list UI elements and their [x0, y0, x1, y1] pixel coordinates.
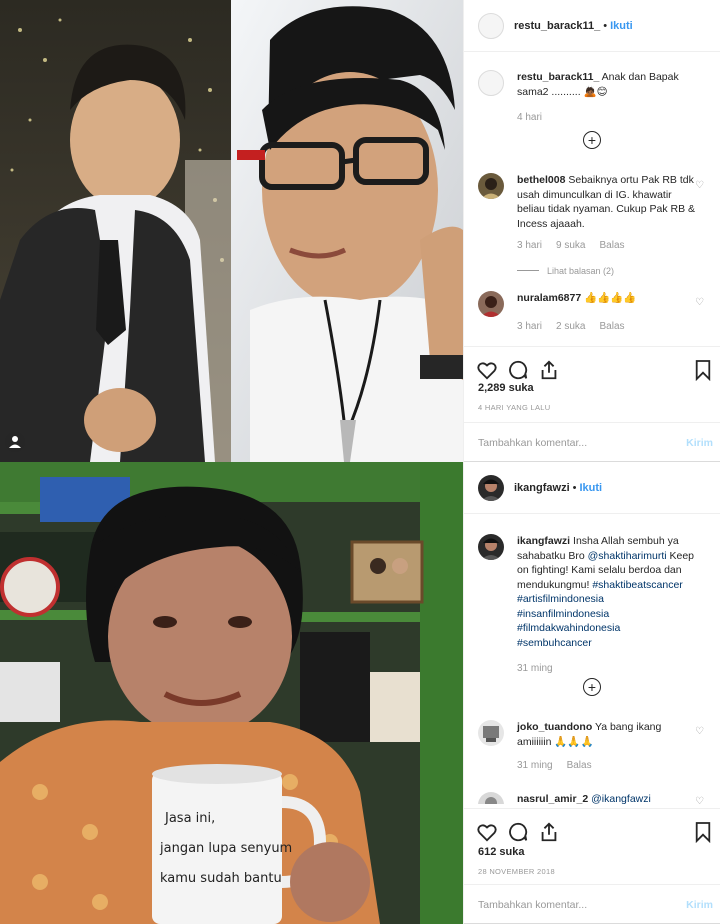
comment-username[interactable]: bethel008 — [517, 174, 565, 186]
mug-text-line-3: kamu sudah bantu — [160, 871, 282, 886]
follow-button[interactable]: Ikuti — [579, 482, 602, 494]
plus-circle-icon: + — [587, 132, 597, 148]
comment-mention[interactable]: @ikangfawzi — [591, 793, 651, 804]
caption-username[interactable]: restu_barack11_ — [517, 71, 599, 83]
share-icon[interactable] — [538, 821, 560, 843]
comment-username[interactable]: joko_tuandono — [517, 721, 592, 733]
comment-heart-icon[interactable]: ♡ — [695, 297, 704, 308]
mug-text-line-1: Jasa ini, — [164, 811, 215, 826]
caption: restu_barack11_ Anak dan Bapak sama2 ...… — [478, 70, 714, 126]
add-comment-bar: Tambahkan komentar... Kirim — [464, 884, 720, 924]
comment-item: bethel008 Sebaiknya ortu Pak RB tdk usah… — [478, 173, 714, 278]
plus-circle-icon: + — [587, 679, 597, 695]
avatar[interactable] — [478, 792, 504, 804]
bookmark-icon[interactable] — [694, 821, 712, 843]
heart-icon[interactable] — [476, 359, 498, 381]
comment-heart-icon[interactable]: ♡ — [695, 796, 704, 807]
follow-button[interactable]: Ikuti — [610, 20, 633, 32]
comment-username[interactable]: nuralam6877 — [517, 292, 581, 304]
view-replies-link[interactable]: Lihat balasan (2) — [517, 264, 695, 279]
username-link[interactable]: restu_barack11_ — [514, 20, 600, 32]
view-replies-label: Lihat balasan (2) — [547, 265, 615, 276]
comment-likes[interactable]: 9 suka — [556, 239, 585, 254]
hashtag-link[interactable]: #shaktibeatscancer — [592, 579, 682, 591]
hashtag-link[interactable]: #insanfilmindonesia — [517, 608, 609, 620]
comment-item: joko_tuandono Ya bang ikang amiiiiiin 🙏🙏… — [478, 720, 714, 774]
caption-username[interactable]: ikangfawzi — [517, 535, 570, 547]
load-more-comments-button[interactable]: + — [583, 678, 601, 696]
avatar[interactable] — [478, 474, 504, 501]
likes-count[interactable]: 612 suka — [478, 846, 524, 858]
separator-dot: • — [603, 19, 608, 32]
caption-time[interactable]: 4 hari — [517, 111, 542, 126]
caption: ikangfawzi Insha Allah sembuh ya sahabat… — [478, 534, 714, 677]
reply-button[interactable]: Balas — [567, 759, 592, 774]
post-date[interactable]: 4 HARI YANG LALU — [478, 403, 550, 412]
comment-time[interactable]: 3 hari — [517, 320, 542, 335]
comment-heart-icon[interactable]: ♡ — [695, 180, 704, 191]
comment-input[interactable]: Tambahkan komentar... — [478, 899, 686, 911]
send-button[interactable]: Kirim — [686, 899, 713, 911]
add-comment-bar: Tambahkan komentar... Kirim — [464, 422, 720, 462]
separator-dot: • — [572, 481, 577, 494]
comment-likes[interactable]: 2 suka — [556, 320, 585, 335]
avatar[interactable] — [478, 173, 504, 199]
mug-text-line-2: jangan lupa senyum — [159, 841, 292, 856]
reply-button[interactable]: Balas — [599, 320, 624, 335]
comment-icon[interactable] — [507, 821, 529, 843]
post-header: ikangfawzi • Ikuti — [464, 462, 720, 514]
avatar[interactable] — [478, 70, 504, 96]
avatar[interactable] — [478, 534, 504, 560]
post-photo[interactable]: Jasa ini, jangan lupa senyum kamu sudah … — [0, 462, 463, 924]
comment-input[interactable]: Tambahkan komentar... — [478, 437, 686, 449]
heart-icon[interactable] — [476, 821, 498, 843]
photo-collage-son-and-father — [0, 0, 463, 462]
post-header: restu_barack11_ • Ikuti — [464, 0, 720, 52]
post-ikang: Jasa ini, jangan lupa senyum kamu sudah … — [0, 462, 720, 924]
caption-mention[interactable]: @shaktiharimurti — [588, 550, 667, 562]
comment-username[interactable]: nasrul_amir_2 — [517, 793, 588, 804]
post-photo[interactable] — [0, 0, 463, 462]
hashtag-link[interactable]: #sembuhcancer — [517, 637, 592, 649]
post-restu: restu_barack11_ • Ikuti restu_barack11_ … — [0, 0, 720, 462]
user-tag-icon[interactable] — [12, 436, 18, 442]
hashtag-link[interactable]: #filmdakwahindonesia — [517, 622, 620, 634]
likes-count[interactable]: 2,289 suka — [478, 382, 534, 394]
avatar[interactable] — [478, 12, 504, 39]
comment-item: nasrul_amir_2 @ikangfawzi — [478, 792, 714, 804]
bookmark-icon[interactable] — [694, 359, 712, 381]
hashtag-link[interactable]: #artisfilmindonesia — [517, 593, 604, 605]
comment-icon[interactable] — [507, 359, 529, 381]
post-date[interactable]: 28 NOVEMBER 2018 — [478, 867, 555, 876]
share-icon[interactable] — [538, 359, 560, 381]
comment-time[interactable]: 31 ming — [517, 759, 553, 774]
avatar[interactable] — [478, 291, 504, 317]
comment-heart-icon[interactable]: ♡ — [695, 726, 704, 737]
send-button[interactable]: Kirim — [686, 437, 713, 449]
caption-time[interactable]: 31 ming — [517, 662, 553, 677]
post-sidebar: ikangfawzi • Ikuti ikangfawzi Insha Alla… — [463, 462, 720, 924]
post-sidebar: restu_barack11_ • Ikuti restu_barack11_ … — [463, 0, 720, 462]
avatar[interactable] — [478, 720, 504, 746]
photo-man-with-mug: Jasa ini, jangan lupa senyum kamu sudah … — [0, 462, 463, 924]
comment-time[interactable]: 3 hari — [517, 239, 542, 254]
username-link[interactable]: ikangfawzi — [514, 482, 570, 494]
reply-button[interactable]: Balas — [599, 239, 624, 254]
comment-text: 👍👍👍👍 — [584, 292, 637, 304]
comment-item: nuralam6877 👍👍👍👍 3 hari 2 suka Balas — [478, 291, 714, 334]
load-more-comments-button[interactable]: + — [583, 131, 601, 149]
